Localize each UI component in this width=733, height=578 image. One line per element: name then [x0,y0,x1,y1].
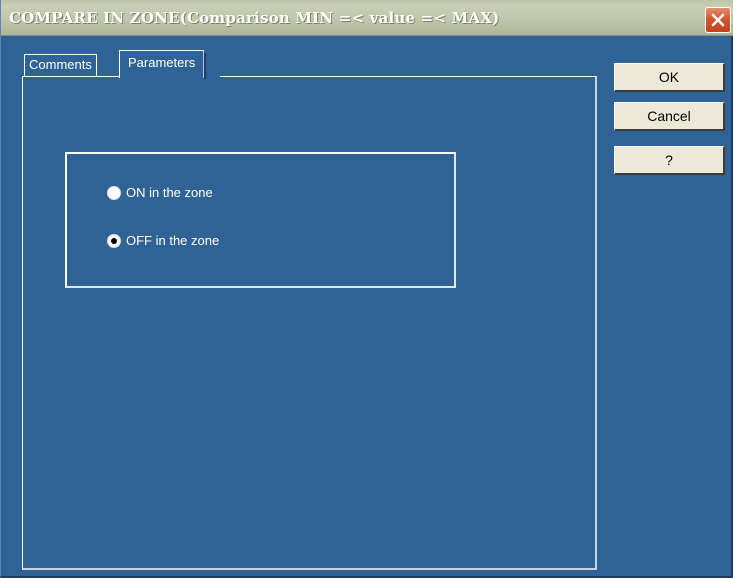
radio-button-unchecked[interactable] [107,186,121,200]
radio-selected-dot [111,238,117,244]
radio-button-checked[interactable] [107,234,121,248]
cancel-button[interactable]: Cancel [614,102,725,131]
tab-panel-parameters [22,76,597,570]
tab-comments[interactable]: Comments [24,54,97,76]
close-button[interactable] [705,7,731,33]
help-button[interactable]: ? [614,146,725,175]
tab-parameters-label: Parameters [128,55,196,70]
tab-comments-label: Comments [29,57,92,72]
ok-button[interactable]: OK [614,63,725,92]
radio-off-in-zone-label: OFF in the zone [126,233,220,248]
dialog-window: COMPARE IN ZONE(Comparison MIN =< value … [0,0,733,578]
title-bar[interactable]: COMPARE IN ZONE(Comparison MIN =< value … [1,0,733,36]
tab-parameters[interactable]: Parameters [119,50,207,79]
radio-on-in-zone-label: ON in the zone [126,185,213,200]
close-icon [711,13,725,27]
window-title: COMPARE IN ZONE(Comparison MIN =< value … [9,9,500,27]
zone-option-group [65,152,456,288]
